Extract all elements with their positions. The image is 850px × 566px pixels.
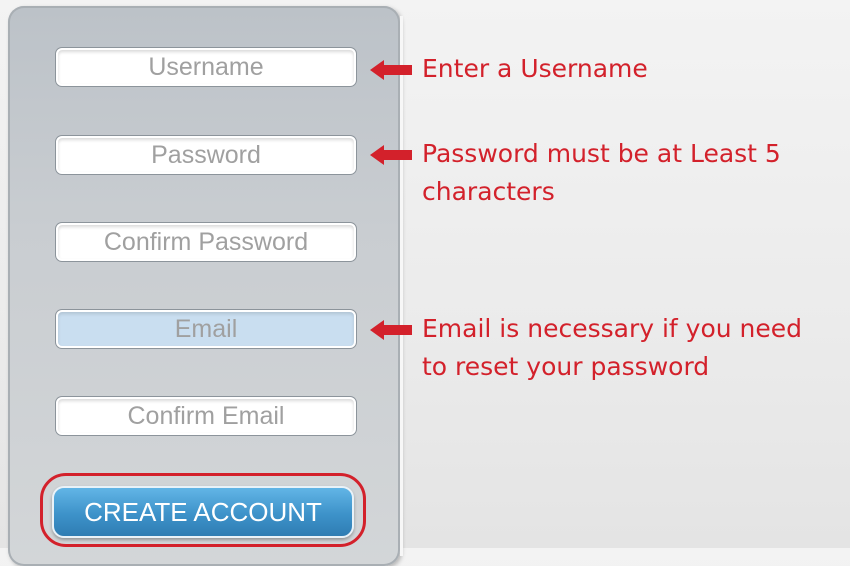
password-hint: Password must be at Least 5 characters bbox=[422, 139, 781, 206]
password-annotation: Password must be at Least 5 characters bbox=[370, 135, 781, 211]
arrow-left-icon bbox=[370, 320, 412, 340]
username-annotation: Enter a Username bbox=[370, 50, 648, 88]
username-hint: Enter a Username bbox=[422, 54, 648, 83]
username-input[interactable] bbox=[56, 48, 356, 86]
email-annotation: Email is necessary if you need to reset … bbox=[370, 310, 802, 386]
email-input[interactable] bbox=[56, 310, 356, 348]
confirm-password-input[interactable] bbox=[56, 223, 356, 261]
password-input[interactable] bbox=[56, 136, 356, 174]
arrow-left-icon bbox=[370, 145, 412, 165]
email-hint: Email is necessary if you need to reset … bbox=[422, 314, 803, 381]
create-account-button[interactable]: CREATE ACCOUNT bbox=[52, 486, 354, 538]
confirm-email-input[interactable] bbox=[56, 397, 356, 435]
arrow-left-icon bbox=[370, 60, 412, 80]
